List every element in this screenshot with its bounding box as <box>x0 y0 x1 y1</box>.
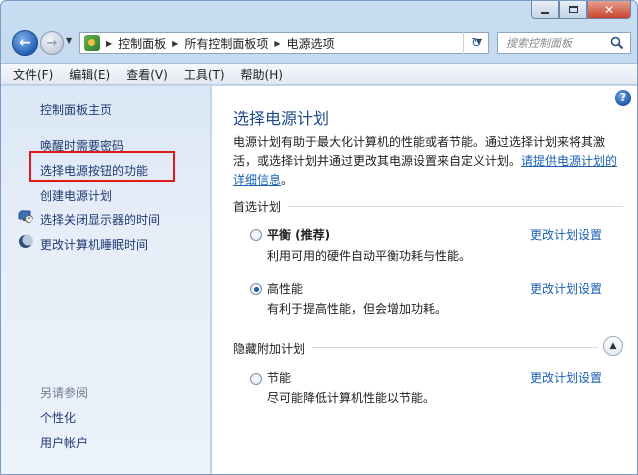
see-also-user-accounts-link[interactable]: 用户帐户 <box>40 434 88 451</box>
sidebar-item-create-plan[interactable]: 创建电源计划 <box>40 187 112 204</box>
plan-desc-power-saver: 尽可能降低计算机性能以节能。 <box>267 391 436 405</box>
menu-file[interactable]: 文件(F) <box>11 66 55 83</box>
preferred-plans-heading: 首选计划 <box>233 200 282 214</box>
plan-name-high-performance[interactable]: 高性能 <box>267 280 303 297</box>
forward-arrow-icon: → <box>46 35 58 51</box>
close-icon: ✕ <box>603 2 615 17</box>
plan-desc-high-performance: 有利于提高性能，但会增加功耗。 <box>267 302 448 316</box>
moon-icon <box>19 234 33 248</box>
maximize-button[interactable] <box>559 1 587 19</box>
section-divider <box>312 347 598 348</box>
change-plan-settings-balanced-link[interactable]: 更改计划设置 <box>530 226 602 243</box>
menu-tools[interactable]: 工具(T) <box>182 66 227 83</box>
plan-name-power-saver[interactable]: 节能 <box>267 369 291 386</box>
recent-pages-dropdown[interactable]: ▼ <box>66 36 72 45</box>
search-icon[interactable] <box>610 36 624 50</box>
refresh-button[interactable]: ↻ <box>463 32 489 54</box>
task-pane: 控制面板主页 唤醒时需要密码 选择电源按钮的功能 创建电源计划 选择关闭显示器的… <box>1 86 211 474</box>
page-title: 选择电源计划 <box>233 109 330 128</box>
help-icon[interactable]: ? <box>615 90 631 106</box>
address-bar[interactable]: ▶ 控制面板 ▶ 所有控制面板项 ▶ 电源选项 ▼ <box>79 32 489 54</box>
plan-desc-balanced: 利用可用的硬件自动平衡功耗与性能。 <box>267 249 472 263</box>
close-button[interactable]: ✕ <box>587 1 631 19</box>
search-box[interactable] <box>497 32 631 54</box>
menu-view[interactable]: 查看(V) <box>124 66 170 83</box>
breadcrumb-all-items[interactable]: 所有控制面板项 <box>184 35 268 52</box>
breadcrumb-separator-icon[interactable]: ▶ <box>172 39 178 48</box>
breadcrumb-control-panel[interactable]: 控制面板 <box>118 35 166 52</box>
change-plan-settings-power-saver-link[interactable]: 更改计划设置 <box>530 369 602 386</box>
breadcrumb-power-options[interactable]: 电源选项 <box>287 35 335 52</box>
back-arrow-icon: ← <box>19 35 31 51</box>
menu-help[interactable]: 帮助(H) <box>239 66 285 83</box>
plan-radio-balanced[interactable] <box>250 229 262 241</box>
back-button[interactable]: ← <box>12 30 38 56</box>
menu-bar: 文件(F) 编辑(E) 查看(V) 工具(T) 帮助(H) <box>1 63 637 85</box>
control-panel-home-link[interactable]: 控制面板主页 <box>40 101 112 118</box>
see-also-personalization-link[interactable]: 个性化 <box>40 409 76 426</box>
maximize-icon <box>568 6 578 13</box>
monitor-clock-icon <box>18 210 33 223</box>
breadcrumb-separator-icon[interactable]: ▶ <box>274 39 280 48</box>
window: ✕ ← → ▼ ▶ 控制面板 ▶ 所有控制面板项 ▶ 电源选项 ▼ ↻ 文件(F… <box>0 0 638 475</box>
minimize-button[interactable] <box>531 1 559 19</box>
description-end: 。 <box>281 173 294 187</box>
breadcrumb-separator-icon[interactable]: ▶ <box>106 39 112 48</box>
forward-button[interactable]: → <box>40 31 64 55</box>
see-also-heading: 另请参阅 <box>40 386 89 400</box>
control-panel-icon <box>84 35 100 51</box>
change-plan-settings-high-performance-link[interactable]: 更改计划设置 <box>530 280 602 297</box>
plan-radio-power-saver[interactable] <box>250 373 262 385</box>
main-content: ? 选择电源计划 电源计划有助于最大化计算机的性能或者节能。通过选择计划来将其激… <box>212 86 637 474</box>
menu-edit[interactable]: 编辑(E) <box>67 66 112 83</box>
sidebar-item-display-off[interactable]: 选择关闭显示器的时间 <box>40 211 160 228</box>
refresh-icon: ↻ <box>471 35 482 51</box>
plan-name-balanced[interactable]: 平衡 (推荐) <box>267 226 330 243</box>
highlight-box <box>29 151 175 182</box>
chevron-up-icon: ▲ <box>609 341 617 351</box>
hidden-plans-heading[interactable]: 隐藏附加计划 <box>233 340 305 357</box>
collapse-hidden-plans-button[interactable]: ▲ <box>603 336 623 356</box>
section-divider <box>288 206 623 207</box>
plan-radio-high-performance[interactable] <box>250 283 262 295</box>
page-description: 电源计划有助于最大化计算机的性能或者节能。通过选择计划来将其激活，或选择计划并通… <box>233 133 623 190</box>
minimize-icon <box>541 11 549 14</box>
caption-buttons: ✕ <box>531 1 631 20</box>
navigation-bar: ← → ▼ ▶ 控制面板 ▶ 所有控制面板项 ▶ 电源选项 ▼ ↻ <box>1 25 637 61</box>
sidebar-item-sleep-time[interactable]: 更改计算机睡眠时间 <box>40 236 148 253</box>
search-input[interactable] <box>506 36 614 50</box>
